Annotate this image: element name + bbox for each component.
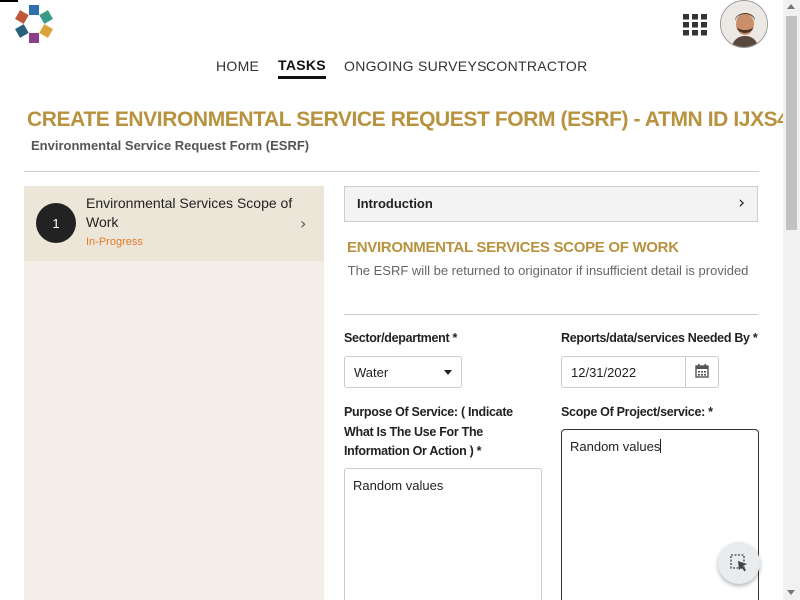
- calendar-button[interactable]: [685, 357, 718, 387]
- nav-home[interactable]: HOME: [216, 58, 259, 74]
- step-title: Environmental Services Scope of Work: [86, 195, 293, 230]
- chevron-right-icon: ›: [300, 214, 307, 233]
- select-tool-button[interactable]: [718, 542, 760, 584]
- sector-label: Sector/department *: [344, 331, 458, 345]
- page-title: CREATE ENVIRONMENTAL SERVICE REQUEST FOR…: [27, 108, 783, 131]
- introduction-accordion[interactable]: Introduction ›: [344, 186, 758, 222]
- main-nav: HOME TASKS ONGOING SURVEYS CONTRACTOR: [0, 57, 783, 84]
- introduction-label: Introduction: [357, 196, 433, 211]
- scope-label: Scope Of Project/service: *: [561, 405, 713, 419]
- section-description-text: The ESRF will be returned to originator …: [347, 263, 749, 278]
- step-number-badge: 1: [36, 203, 76, 243]
- text-cursor: [660, 439, 662, 453]
- needed-by-label: Reports/data/services Needed By *: [561, 331, 758, 345]
- chevron-right-icon: ›: [738, 193, 745, 213]
- scroll-up-arrow-icon[interactable]: [787, 4, 795, 9]
- needed-by-date-input[interactable]: 12/31/2022: [561, 356, 719, 388]
- nav-tasks[interactable]: TASKS: [278, 57, 326, 79]
- needed-by-date-value: 12/31/2022: [571, 365, 637, 380]
- company-logo-icon[interactable]: [12, 4, 56, 44]
- sector-select-value: Water: [354, 365, 389, 380]
- top-edge-line: [0, 0, 18, 2]
- divider: [344, 314, 758, 315]
- nav-contractor[interactable]: CONTRACTOR: [486, 58, 588, 74]
- stepper-panel: 1 Environmental Services Scope of Work I…: [24, 186, 324, 600]
- purpose-textarea[interactable]: Random values: [344, 468, 542, 600]
- scrollbar-thumb[interactable]: [786, 16, 797, 230]
- person-portrait-icon: [721, 1, 767, 47]
- purpose-label: Purpose Of Service: ( Indicate What Is T…: [344, 405, 513, 458]
- page-subtitle: Environmental Service Request Form (ESRF…: [31, 138, 310, 153]
- sector-select[interactable]: Water: [344, 356, 462, 388]
- step-status: In-Progress: [86, 236, 143, 248]
- purpose-textarea-value: Random values: [353, 478, 444, 493]
- vertical-scrollbar[interactable]: [783, 0, 800, 600]
- section-description: The ESRF will be returned to originator …: [344, 261, 754, 281]
- scope-textarea-value: Random values: [570, 439, 661, 454]
- user-avatar[interactable]: [720, 0, 768, 48]
- caret-down-icon: [444, 370, 452, 375]
- divider: [24, 171, 759, 172]
- calendar-icon: [695, 364, 709, 378]
- step-item[interactable]: 1 Environmental Services Scope of Work I…: [24, 186, 324, 261]
- grid-apps-icon[interactable]: [683, 14, 707, 36]
- page: HOME TASKS ONGOING SURVEYS CONTRACTOR CR…: [0, 0, 783, 600]
- cursor-select-icon: [730, 554, 747, 572]
- nav-ongoing-surveys[interactable]: ONGOING SURVEYS: [344, 58, 487, 74]
- scroll-down-arrow-icon[interactable]: [787, 590, 795, 595]
- section-title: ENVIRONMENTAL SERVICES SCOPE OF WORK: [347, 239, 679, 256]
